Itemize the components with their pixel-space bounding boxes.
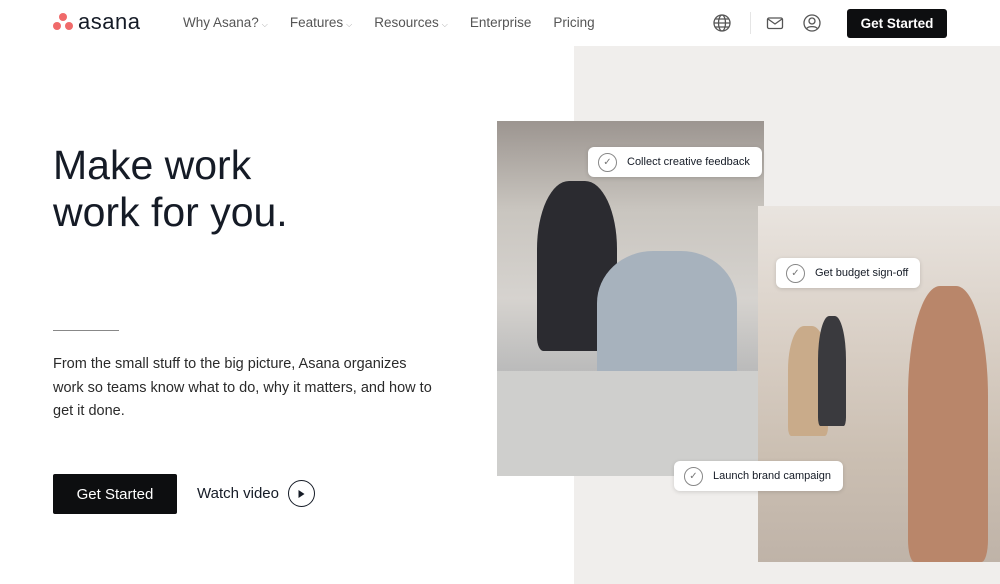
nav-label: Enterprise bbox=[469, 15, 532, 30]
task-card-launch-campaign: ✓ Launch brand campaign bbox=[674, 461, 844, 491]
nav-why-asana[interactable]: Why Asana? ⌵ bbox=[183, 15, 268, 30]
nav-resources[interactable]: Resources ⌵ bbox=[374, 15, 448, 30]
check-circle-icon: ✓ bbox=[598, 152, 617, 172]
task-card-collect-feedback: ✓ Collect creative feedback bbox=[588, 147, 762, 177]
watch-video-label: Watch video bbox=[197, 485, 279, 502]
logo-dots-icon bbox=[53, 13, 73, 31]
nav-enterprise[interactable]: Enterprise bbox=[470, 15, 532, 30]
task-label: Get budget sign-off bbox=[815, 267, 909, 279]
divider bbox=[750, 12, 751, 34]
task-label: Collect creative feedback bbox=[627, 156, 750, 168]
brand-name: asana bbox=[78, 9, 141, 34]
check-circle-icon: ✓ bbox=[786, 263, 805, 283]
title-line-2: work for you. bbox=[53, 189, 288, 235]
check-circle-icon: ✓ bbox=[684, 466, 703, 486]
chevron-down-icon: ⌵ bbox=[261, 20, 268, 29]
nav-label: Resources bbox=[374, 15, 439, 30]
hero-description: From the small stuff to the big picture,… bbox=[53, 356, 432, 419]
chevron-down-icon: ⌵ bbox=[346, 20, 353, 29]
user-icon[interactable] bbox=[802, 13, 822, 33]
top-nav: asana Why Asana? ⌵ Features ⌵ Resources ⌵ E… bbox=[0, 0, 1000, 46]
nav-label: Why Asana? bbox=[183, 15, 259, 30]
asana-logo[interactable]: asana bbox=[53, 11, 140, 33]
nav-pricing[interactable]: Pricing bbox=[553, 15, 594, 30]
main-menu: Why Asana? ⌵ Features ⌵ Resources ⌵ Enterpr… bbox=[183, 15, 595, 30]
nav-features[interactable]: Features ⌵ bbox=[290, 15, 352, 30]
task-label: Launch brand campaign bbox=[713, 470, 832, 482]
play-icon bbox=[287, 480, 315, 507]
mail-icon[interactable] bbox=[765, 13, 785, 33]
hero-title: Make work work for you. bbox=[53, 142, 288, 236]
nav-label: Pricing bbox=[553, 15, 595, 30]
title-line-1: Make work bbox=[53, 142, 252, 188]
nav-label: Features bbox=[289, 15, 344, 30]
globe-icon[interactable] bbox=[712, 13, 732, 33]
get-started-nav-button[interactable]: Get Started bbox=[847, 9, 947, 38]
task-card-budget-signoff: ✓ Get budget sign-off bbox=[776, 258, 921, 288]
get-started-button[interactable]: Get Started bbox=[53, 474, 177, 514]
divider-line bbox=[53, 330, 119, 331]
chevron-down-icon: ⌵ bbox=[441, 20, 448, 29]
watch-video-button[interactable]: Watch video bbox=[197, 480, 315, 507]
